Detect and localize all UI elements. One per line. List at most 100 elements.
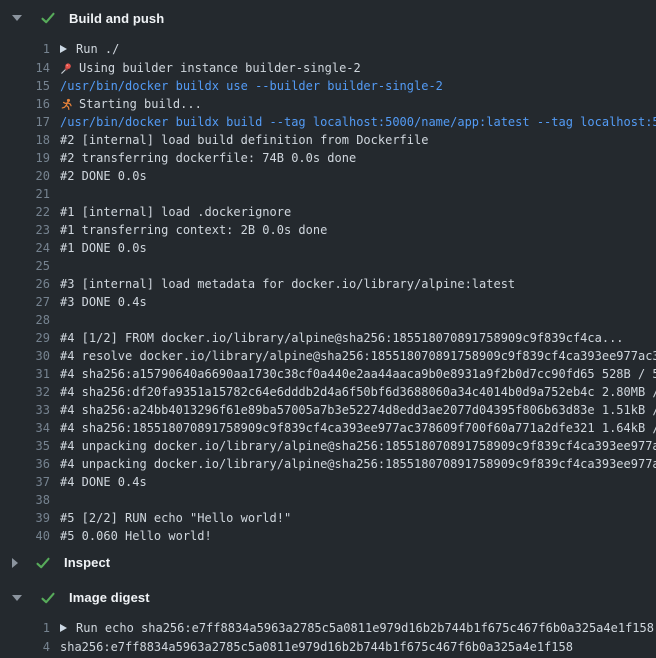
log-line: 1 Run echo sha256:e7ff8834a5963a2785c5a0… [0,618,656,638]
line-text: #4 sha256:df20fa9351a15782c64e6dddb2d4a6… [60,383,656,401]
line-number[interactable]: 18 [0,131,50,149]
line-number[interactable]: 1 [0,39,50,59]
line-content: #4 sha256:a15790640a6690aa1730c38cf0a440… [60,365,656,383]
log-section-image-digest: Image digest 1 Run echo sha256:e7ff8834a… [0,580,656,656]
log-line: 25 [0,257,656,275]
group-expand-icon[interactable] [60,45,67,53]
line-text: /usr/bin/docker buildx use --builder bui… [60,77,443,95]
line-number[interactable]: 39 [0,509,50,527]
group-expand-icon[interactable] [60,624,67,632]
log-line: 15 /usr/bin/docker buildx use --builder … [0,77,656,95]
section-title: Build and push [69,11,164,26]
line-content: Using builder instance builder-single-2 [60,59,361,77]
section-header[interactable]: Build and push [0,0,656,36]
line-number[interactable]: 27 [0,293,50,311]
section-body: 1 Run echo sha256:e7ff8834a5963a2785c5a0… [0,615,656,656]
line-text: #4 sha256:185518070891758909c9f839cf4ca3… [60,419,656,437]
log-line: 32 #4 sha256:df20fa9351a15782c64e6dddb2d… [0,383,656,401]
line-text: #3 [internal] load metadata for docker.i… [60,275,515,293]
line-content: Starting build... [60,95,202,113]
line-number[interactable]: 19 [0,149,50,167]
line-content: #2 [internal] load build definition from… [60,131,428,149]
line-number[interactable]: 21 [0,185,50,203]
line-content: #3 DONE 0.4s [60,293,147,311]
log-line: 34 #4 sha256:185518070891758909c9f839cf4… [0,419,656,437]
line-text: #5 0.060 Hello world! [60,527,212,545]
line-text: #4 DONE 0.4s [60,473,147,491]
line-number[interactable]: 1 [0,618,50,638]
line-number[interactable]: 32 [0,383,50,401]
line-content: #4 [1/2] FROM docker.io/library/alpine@s… [60,329,624,347]
line-text: #2 [internal] load build definition from… [60,131,428,149]
line-text: #4 unpacking docker.io/library/alpine@sh… [60,455,656,473]
line-content: #5 [2/2] RUN echo "Hello world!" [60,509,291,527]
line-number[interactable]: 26 [0,275,50,293]
log-section-build-and-push: Build and push 1 Run ./ 14 Using builder… [0,0,656,545]
line-content: #4 sha256:df20fa9351a15782c64e6dddb2d4a6… [60,383,656,401]
line-number[interactable]: 24 [0,239,50,257]
line-number[interactable]: 25 [0,257,50,275]
line-number[interactable]: 34 [0,419,50,437]
section-header[interactable]: Image digest [0,580,656,615]
log-line: 26 #3 [internal] load metadata for docke… [0,275,656,293]
log-line: 1 Run ./ [0,39,656,59]
line-text: #2 DONE 0.0s [60,167,147,185]
log-line: 22 #1 [internal] load .dockerignore [0,203,656,221]
line-text: #4 unpacking docker.io/library/alpine@sh… [60,437,656,455]
section-title: Inspect [64,555,110,570]
log-line: 37 #4 DONE 0.4s [0,473,656,491]
log-line: 4 sha256:e7ff8834a5963a2785c5a0811e979d1… [0,638,656,656]
line-text: #1 transferring context: 2B 0.0s done [60,221,327,239]
line-number[interactable]: 22 [0,203,50,221]
line-content: /usr/bin/docker buildx build --tag local… [60,113,656,131]
line-text: Starting build... [79,95,202,113]
log-line: 18 #2 [internal] load build definition f… [0,131,656,149]
log-line: 14 Using builder instance builder-single… [0,59,656,77]
log-line: 17 /usr/bin/docker buildx build --tag lo… [0,113,656,131]
line-content: sha256:e7ff8834a5963a2785c5a0811e979d16b… [60,638,573,656]
log-line: 21 [0,185,656,203]
line-content: #3 [internal] load metadata for docker.i… [60,275,515,293]
log-line: 35 #4 unpacking docker.io/library/alpine… [0,437,656,455]
section-body: 1 Run ./ 14 Using builder instance build… [0,36,656,545]
line-text: #4 sha256:a15790640a6690aa1730c38cf0a440… [60,365,656,383]
line-number[interactable]: 31 [0,365,50,383]
line-text: #2 transferring dockerfile: 74B 0.0s don… [60,149,356,167]
line-content: #2 DONE 0.0s [60,167,147,185]
line-number[interactable]: 4 [0,638,50,656]
line-text: #1 [internal] load .dockerignore [60,203,291,221]
line-number[interactable]: 14 [0,59,50,77]
line-content: #1 DONE 0.0s [60,239,147,257]
line-content: #4 resolve docker.io/library/alpine@sha2… [60,347,656,365]
line-content: #4 sha256:a24bb4013296f61e89ba57005a7b3e… [60,401,656,419]
line-content: #4 sha256:185518070891758909c9f839cf4ca3… [60,419,656,437]
line-number[interactable]: 40 [0,527,50,545]
log-line: 19 #2 transferring dockerfile: 74B 0.0s … [0,149,656,167]
line-number[interactable]: 38 [0,491,50,509]
log-line: 27 #3 DONE 0.4s [0,293,656,311]
pushpin-icon [60,62,73,75]
line-number[interactable]: 15 [0,77,50,95]
log-line: 30 #4 resolve docker.io/library/alpine@s… [0,347,656,365]
line-text: #3 DONE 0.4s [60,293,147,311]
line-text: #4 [1/2] FROM docker.io/library/alpine@s… [60,329,624,347]
success-check-icon [40,590,56,606]
line-number[interactable]: 23 [0,221,50,239]
line-number[interactable]: 28 [0,311,50,329]
line-number[interactable]: 33 [0,401,50,419]
line-content: #5 0.060 Hello world! [60,527,212,545]
section-header[interactable]: Inspect [0,545,656,580]
line-number[interactable]: 29 [0,329,50,347]
chevron-down-icon [12,15,22,21]
line-number[interactable]: 30 [0,347,50,365]
log-line: 36 #4 unpacking docker.io/library/alpine… [0,455,656,473]
line-number[interactable]: 17 [0,113,50,131]
line-number[interactable]: 36 [0,455,50,473]
line-content: /usr/bin/docker buildx use --builder bui… [60,77,443,95]
line-number[interactable]: 35 [0,437,50,455]
line-content: Run ./ [60,39,119,59]
line-number[interactable]: 37 [0,473,50,491]
log-line: 29 #4 [1/2] FROM docker.io/library/alpin… [0,329,656,347]
line-number[interactable]: 20 [0,167,50,185]
line-number[interactable]: 16 [0,95,50,113]
